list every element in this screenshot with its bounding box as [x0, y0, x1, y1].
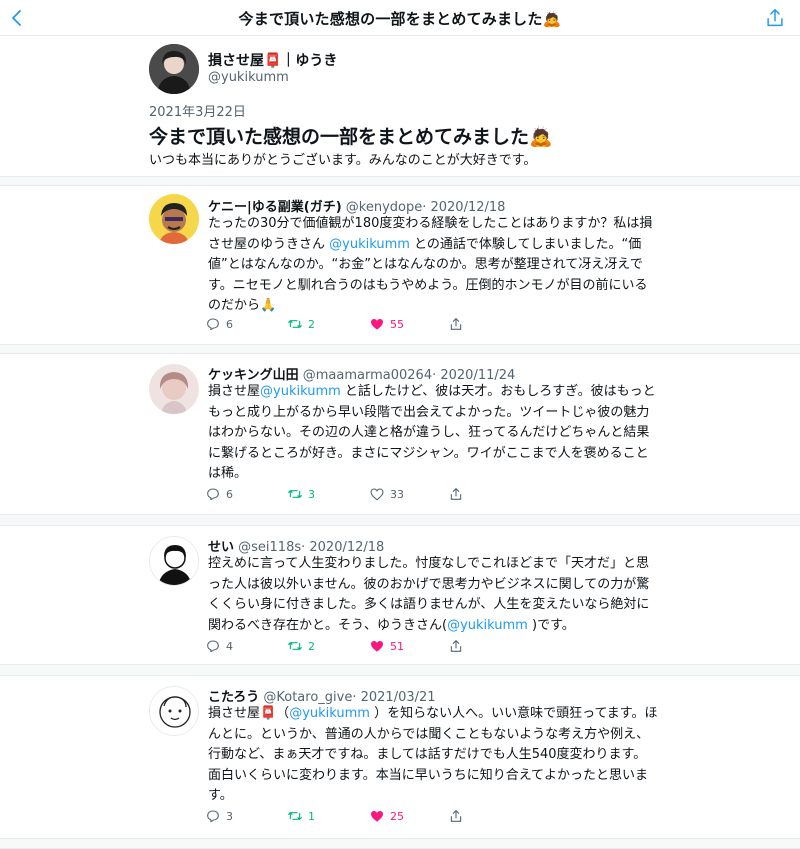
divider [0, 176, 800, 186]
avatar[interactable] [149, 686, 199, 736]
share-icon [450, 810, 462, 822]
tweet-author-name[interactable]: ケッキング山田 [208, 368, 299, 383]
reply-count: 6 [226, 487, 233, 501]
tweet-card[interactable]: こたろう @Kotaro_give· 2021/03/21 損させ屋📮（@yuk… [0, 676, 800, 838]
tweet-author-handle[interactable]: @Kotaro_give [263, 690, 352, 705]
reply-icon [207, 318, 219, 331]
reply-button[interactable]: 4 [205, 638, 233, 654]
retweet-count: 2 [308, 639, 315, 653]
share-icon [450, 318, 462, 330]
retweet-button[interactable]: 1 [287, 808, 315, 824]
tweet-date[interactable]: · 2020/12/18 [422, 200, 505, 215]
avatar[interactable] [149, 194, 199, 244]
tweet-header: せい @sei118s· 2020/12/18 [208, 536, 384, 555]
tweet-text: 損させ屋📮（@yukikumm ）を知らない人へ。いい意味で頭狂ってます。ほんと… [208, 706, 658, 803]
retweet-count: 1 [308, 809, 315, 823]
like-count: 51 [390, 639, 404, 653]
retweet-button[interactable]: 2 [287, 316, 315, 332]
tweet-author-handle[interactable]: @maamarma00264 [303, 368, 432, 383]
mention-link[interactable]: @yukikumm [329, 237, 410, 252]
tweet-author-name[interactable]: せい [208, 540, 234, 555]
mention-link[interactable]: @yukikumm [260, 384, 341, 399]
heart-outline-icon [370, 488, 384, 501]
heart-filled-icon [371, 319, 383, 330]
retweet-count: 2 [308, 317, 315, 331]
tweet-header: こたろう @Kotaro_give· 2021/03/21 [208, 686, 436, 705]
tweet-header: ケッキング山田 @maamarma00264· 2020/11/24 [208, 364, 515, 383]
divider [0, 664, 800, 676]
share-icon [450, 640, 462, 652]
reply-count: 3 [226, 809, 233, 823]
reply-button[interactable]: 6 [205, 486, 233, 502]
tweet-author-handle[interactable]: @sei118s [238, 540, 301, 555]
reply-button[interactable]: 3 [205, 808, 233, 824]
tweet-date[interactable]: · 2021/03/21 [352, 690, 435, 705]
heart-filled-icon [371, 811, 383, 822]
reply-icon [207, 488, 219, 501]
tweet-card[interactable]: ケッキング山田 @maamarma00264· 2020/11/24 損させ屋@… [0, 354, 800, 514]
share-upload-icon[interactable] [764, 7, 786, 29]
share-button[interactable] [448, 808, 464, 824]
page-title: 今まで頂いた感想の一部をまとめてみました🙇 [238, 10, 562, 28]
author-handle[interactable]: @yukikumm [208, 70, 289, 85]
mention-link[interactable]: @yukikumm [289, 706, 370, 721]
mention-link[interactable]: @yukikumm [447, 618, 528, 633]
divider [0, 344, 800, 354]
share-icon [450, 488, 462, 500]
share-button[interactable] [448, 316, 464, 332]
reply-count: 6 [226, 317, 233, 331]
tweet-author-name[interactable]: ケニー|ゆる副業(ガチ) [208, 200, 342, 215]
like-count: 25 [390, 809, 404, 823]
like-button[interactable]: 51 [369, 638, 404, 654]
reply-icon [207, 640, 219, 653]
tweet-author-handle[interactable]: @kenydope [346, 200, 422, 215]
reply-button[interactable]: 6 [205, 316, 233, 332]
share-button[interactable] [448, 486, 464, 502]
tweet-card[interactable]: せい @sei118s· 2020/12/18 控えめに言って人生変わりました。… [0, 526, 800, 664]
avatar[interactable] [149, 364, 199, 414]
tweet-text: 控えめに言って人生変わりました。忖度なしでこれほどまで「天才だ」と思った人は彼以… [208, 556, 650, 633]
reply-icon [207, 810, 219, 823]
moment-header: 損させ屋📮｜ゆうき @yukikumm 2021年3月22日 今まで頂いた感想の… [0, 36, 800, 176]
tweet-author-name[interactable]: こたろう [208, 690, 259, 705]
tweet-date[interactable]: · 2020/12/18 [301, 540, 384, 555]
retweet-button[interactable]: 2 [287, 638, 315, 654]
tweet-header: ケニー|ゆる副業(ガチ) @kenydope· 2020/12/18 [208, 196, 505, 215]
reply-count: 4 [226, 639, 233, 653]
tweet-text: 損させ屋@yukikumm と話したけど、彼は天才。おもしろすぎ。彼はもっともっ… [208, 384, 656, 481]
retweet-icon [288, 642, 302, 650]
divider [0, 838, 800, 849]
heart-filled-icon [371, 641, 383, 652]
divider [0, 514, 800, 526]
tweet-card[interactable]: ケニー|ゆる副業(ガチ) @kenydope· 2020/12/18 たったの3… [0, 186, 800, 344]
moment-description: いつも本当にありがとうございます。みんなのことが大好きです。 [149, 153, 537, 168]
retweet-button[interactable]: 3 [287, 486, 315, 502]
share-button[interactable] [448, 638, 464, 654]
retweet-count: 3 [308, 487, 315, 501]
moment-date: 2021年3月22日 [149, 105, 246, 120]
author-name[interactable]: 損させ屋📮｜ゆうき [208, 50, 337, 70]
top-bar: 今まで頂いた感想の一部をまとめてみました🙇 [0, 0, 800, 36]
tweet-text: たったの30分で価値観が180度変わる経験をしたことはありますか？私は損させ屋の… [208, 216, 653, 313]
like-button[interactable]: 33 [369, 486, 404, 502]
avatar[interactable] [149, 536, 199, 586]
retweet-icon [288, 320, 302, 328]
retweet-icon [288, 490, 302, 498]
like-button[interactable]: 25 [369, 808, 404, 824]
tweet-date[interactable]: · 2020/11/24 [432, 368, 515, 383]
like-button[interactable]: 55 [369, 316, 404, 332]
moment-title: 今まで頂いた感想の一部をまとめてみました🙇 [149, 126, 553, 148]
retweet-icon [288, 812, 302, 820]
like-count: 55 [390, 317, 404, 331]
like-count: 33 [390, 487, 404, 501]
avatar[interactable] [149, 44, 199, 94]
